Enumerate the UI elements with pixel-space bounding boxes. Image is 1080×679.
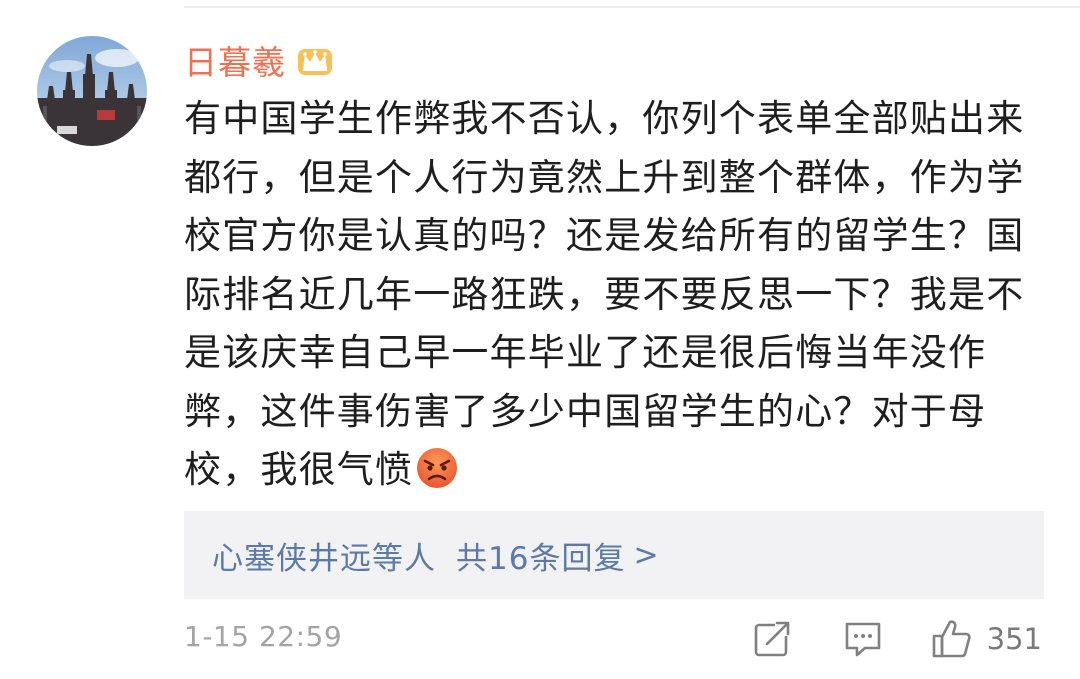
reply-count: 共16条回复 [456, 540, 626, 577]
comment-icon[interactable] [843, 620, 883, 658]
crown-icon [298, 49, 332, 75]
divider [184, 6, 1080, 8]
comment-line: 都行，但是个人行为竟然上升到整个群体，作为学 [184, 155, 1025, 199]
like-button[interactable]: 351 [931, 618, 1042, 660]
comment-line-last: 校，我很气愤 [184, 441, 1054, 500]
comment-line: 有中国学生作弊我不否认，你列个表单全部贴出来 [184, 97, 1025, 140]
comment-line-text: 校，我很气愤 [184, 448, 414, 491]
comment-text: 有中国学生作弊我不否认，你列个表单全部贴出来 都行，但是个人行为竟然上升到整个群… [184, 90, 1054, 500]
comment-line: 弊，这件事伤害了多少中国留学生的心？对于母 [184, 389, 987, 433]
action-bar: 351 [753, 614, 1042, 664]
comment-line: 是该庆幸自己早一年毕业了还是很后悔当年没作 [184, 331, 987, 374]
angry-face-icon [417, 448, 458, 488]
chevron-right-icon: > [633, 537, 659, 573]
comment-line: 校官方你是认真的吗？还是发给所有的留学生？国 [184, 214, 1025, 257]
username[interactable]: 日暮羲 [184, 36, 286, 84]
timestamp: 1-15 22:59 [184, 620, 343, 653]
comment-card: 日暮羲 有中国学生作弊我不否认，你列个表单全部贴出来 都行，但是个人行为竟然上升… [0, 0, 1080, 679]
author-row: 日暮羲 [184, 34, 334, 86]
share-icon[interactable] [753, 620, 791, 658]
comment-line: 际排名近几年一路狂跌，要不要反思一下？我是不 [184, 272, 1025, 316]
like-count: 351 [986, 622, 1042, 656]
avatar[interactable] [37, 36, 147, 146]
thumbs-up-icon [932, 620, 971, 658]
reply-participants: 心塞侠井远等人 [212, 540, 436, 577]
replies-link[interactable]: 心塞侠井远等人 共16条回复 > [184, 511, 1044, 599]
